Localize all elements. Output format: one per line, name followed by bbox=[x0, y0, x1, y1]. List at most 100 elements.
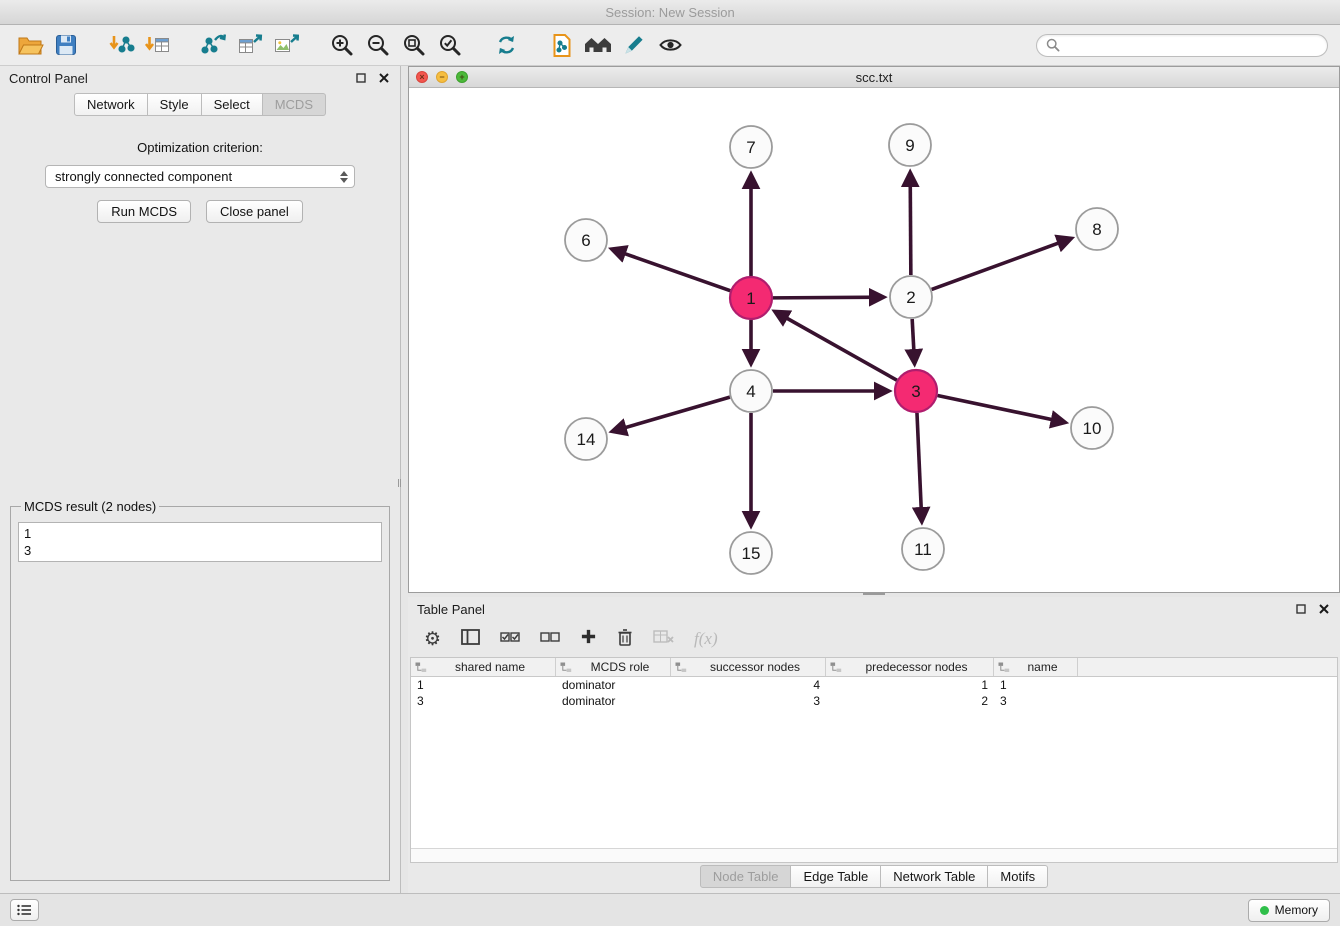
edge-4-14[interactable] bbox=[613, 397, 730, 431]
control-panel-close-button[interactable] bbox=[377, 71, 391, 85]
column-tree-icon bbox=[560, 662, 572, 673]
node-14[interactable]: 14 bbox=[565, 418, 607, 460]
node-4[interactable]: 4 bbox=[730, 370, 772, 412]
column-header-shared-name[interactable]: shared name bbox=[411, 658, 556, 676]
table-tab-node-table[interactable]: Node Table bbox=[700, 865, 792, 888]
node-10[interactable]: 10 bbox=[1071, 407, 1113, 449]
mcds-button-row: Run MCDS Close panel bbox=[0, 200, 400, 223]
node-9[interactable]: 9 bbox=[889, 124, 931, 166]
column-header-MCDS-role[interactable]: MCDS role bbox=[556, 658, 671, 676]
zoom-in-button[interactable] bbox=[324, 29, 360, 61]
tab-mcds[interactable]: MCDS bbox=[263, 93, 326, 116]
splitter-handle-horizontal[interactable] bbox=[863, 593, 885, 595]
table-panel-close-button[interactable] bbox=[1317, 602, 1331, 616]
node-1[interactable]: 1 bbox=[730, 277, 772, 319]
table-tab-motifs[interactable]: Motifs bbox=[988, 865, 1048, 888]
list-icon bbox=[17, 904, 32, 916]
tab-network[interactable]: Network bbox=[74, 93, 148, 116]
select-all-columns-button[interactable] bbox=[500, 630, 520, 649]
table-row[interactable]: 3dominator323 bbox=[411, 693, 1337, 709]
node-15[interactable]: 15 bbox=[730, 532, 772, 574]
node-2[interactable]: 2 bbox=[890, 276, 932, 318]
column-header-predecessor-nodes[interactable]: predecessor nodes bbox=[826, 658, 994, 676]
minimize-window-button[interactable]: − bbox=[436, 71, 448, 83]
network-canvas[interactable]: 7 9 6 8 1 2 4 3 14 10 15 11 bbox=[409, 88, 1339, 592]
import-table-file-button[interactable] bbox=[140, 29, 176, 61]
zoom-selected-button[interactable] bbox=[432, 29, 468, 61]
save-session-button[interactable] bbox=[48, 29, 84, 61]
import-table-icon bbox=[145, 33, 171, 57]
splitter-handle-vertical[interactable] bbox=[398, 470, 403, 496]
zoom-out-icon bbox=[366, 33, 390, 57]
table-settings-button[interactable]: ⚙ bbox=[424, 630, 441, 649]
close-window-button[interactable]: × bbox=[416, 71, 428, 83]
open-session-button[interactable] bbox=[12, 29, 48, 61]
export-image-button[interactable] bbox=[268, 29, 304, 61]
table-cell[interactable]: 3 bbox=[994, 693, 1078, 709]
edge-2-3[interactable] bbox=[912, 319, 914, 363]
zoom-fit-button[interactable] bbox=[396, 29, 432, 61]
import-network-file-button[interactable] bbox=[104, 29, 140, 61]
unselect-all-columns-button[interactable] bbox=[540, 630, 560, 649]
memory-status-icon bbox=[1260, 906, 1269, 915]
edge-2-9[interactable] bbox=[910, 173, 911, 275]
edge-1-2[interactable] bbox=[773, 297, 883, 298]
node-8[interactable]: 8 bbox=[1076, 208, 1118, 250]
task-history-button[interactable] bbox=[10, 899, 39, 921]
column-header-name[interactable]: name bbox=[994, 658, 1078, 676]
table-cell[interactable]: 3 bbox=[671, 693, 826, 709]
search-box[interactable] bbox=[1036, 34, 1328, 57]
table-row[interactable]: 1dominator411 bbox=[411, 677, 1337, 693]
network-document-button[interactable] bbox=[544, 29, 580, 61]
optimization-criterion-select[interactable]: strongly connected component bbox=[45, 165, 355, 188]
column-header-successor-nodes[interactable]: successor nodes bbox=[671, 658, 826, 676]
control-panel-float-button[interactable] bbox=[354, 71, 368, 85]
delete-column-button[interactable] bbox=[617, 628, 633, 651]
edge-3-11[interactable] bbox=[917, 413, 922, 521]
table-cell[interactable]: dominator bbox=[556, 677, 671, 693]
style-brush-button[interactable] bbox=[616, 29, 652, 61]
node-7[interactable]: 7 bbox=[730, 126, 772, 168]
mcds-result-text[interactable]: 1 3 bbox=[18, 522, 382, 562]
run-mcds-button[interactable]: Run MCDS bbox=[97, 200, 191, 223]
table-cell[interactable]: 2 bbox=[826, 693, 994, 709]
delete-table-button[interactable] bbox=[653, 629, 674, 649]
table-toolbar: ⚙ bbox=[408, 621, 1340, 657]
memory-button[interactable]: Memory bbox=[1248, 899, 1330, 922]
edge-1-6[interactable] bbox=[612, 249, 730, 290]
refresh-layout-button[interactable] bbox=[488, 29, 524, 61]
table-hscrollbar[interactable] bbox=[411, 848, 1337, 862]
add-column-button[interactable] bbox=[580, 628, 597, 650]
table-tab-edge-table[interactable]: Edge Table bbox=[791, 865, 881, 888]
edge-3-10[interactable] bbox=[938, 396, 1065, 423]
save-icon bbox=[55, 34, 77, 56]
node-3[interactable]: 3 bbox=[895, 370, 937, 412]
table-cell[interactable]: 1 bbox=[411, 677, 556, 693]
table-cell[interactable]: 1 bbox=[826, 677, 994, 693]
gear-icon: ⚙ bbox=[424, 629, 441, 650]
tab-style[interactable]: Style bbox=[148, 93, 202, 116]
table-cell[interactable]: 1 bbox=[994, 677, 1078, 693]
table-tab-network-table[interactable]: Network Table bbox=[881, 865, 988, 888]
maximize-window-button[interactable]: + bbox=[456, 71, 468, 83]
zoom-out-button[interactable] bbox=[360, 29, 396, 61]
table-panel-float-button[interactable] bbox=[1294, 602, 1308, 616]
search-input[interactable] bbox=[1066, 38, 1318, 53]
function-builder-button[interactable]: f(x) bbox=[694, 629, 718, 649]
close-icon bbox=[1319, 604, 1329, 614]
home-button[interactable] bbox=[580, 29, 616, 61]
node-11[interactable]: 11 bbox=[902, 528, 944, 570]
eye-button[interactable] bbox=[652, 29, 688, 61]
edge-2-8[interactable] bbox=[932, 239, 1071, 290]
export-network-button[interactable] bbox=[196, 29, 232, 61]
tab-select[interactable]: Select bbox=[202, 93, 263, 116]
node-6[interactable]: 6 bbox=[565, 219, 607, 261]
close-panel-button[interactable]: Close panel bbox=[206, 200, 303, 223]
show-columns-button[interactable] bbox=[461, 629, 480, 650]
table-cell[interactable]: 4 bbox=[671, 677, 826, 693]
export-table-button[interactable] bbox=[232, 29, 268, 61]
table-cell[interactable]: dominator bbox=[556, 693, 671, 709]
edge-3-1[interactable] bbox=[775, 312, 896, 380]
table-cell[interactable]: 3 bbox=[411, 693, 556, 709]
node-table: shared nameMCDS rolesuccessor nodesprede… bbox=[410, 657, 1338, 863]
